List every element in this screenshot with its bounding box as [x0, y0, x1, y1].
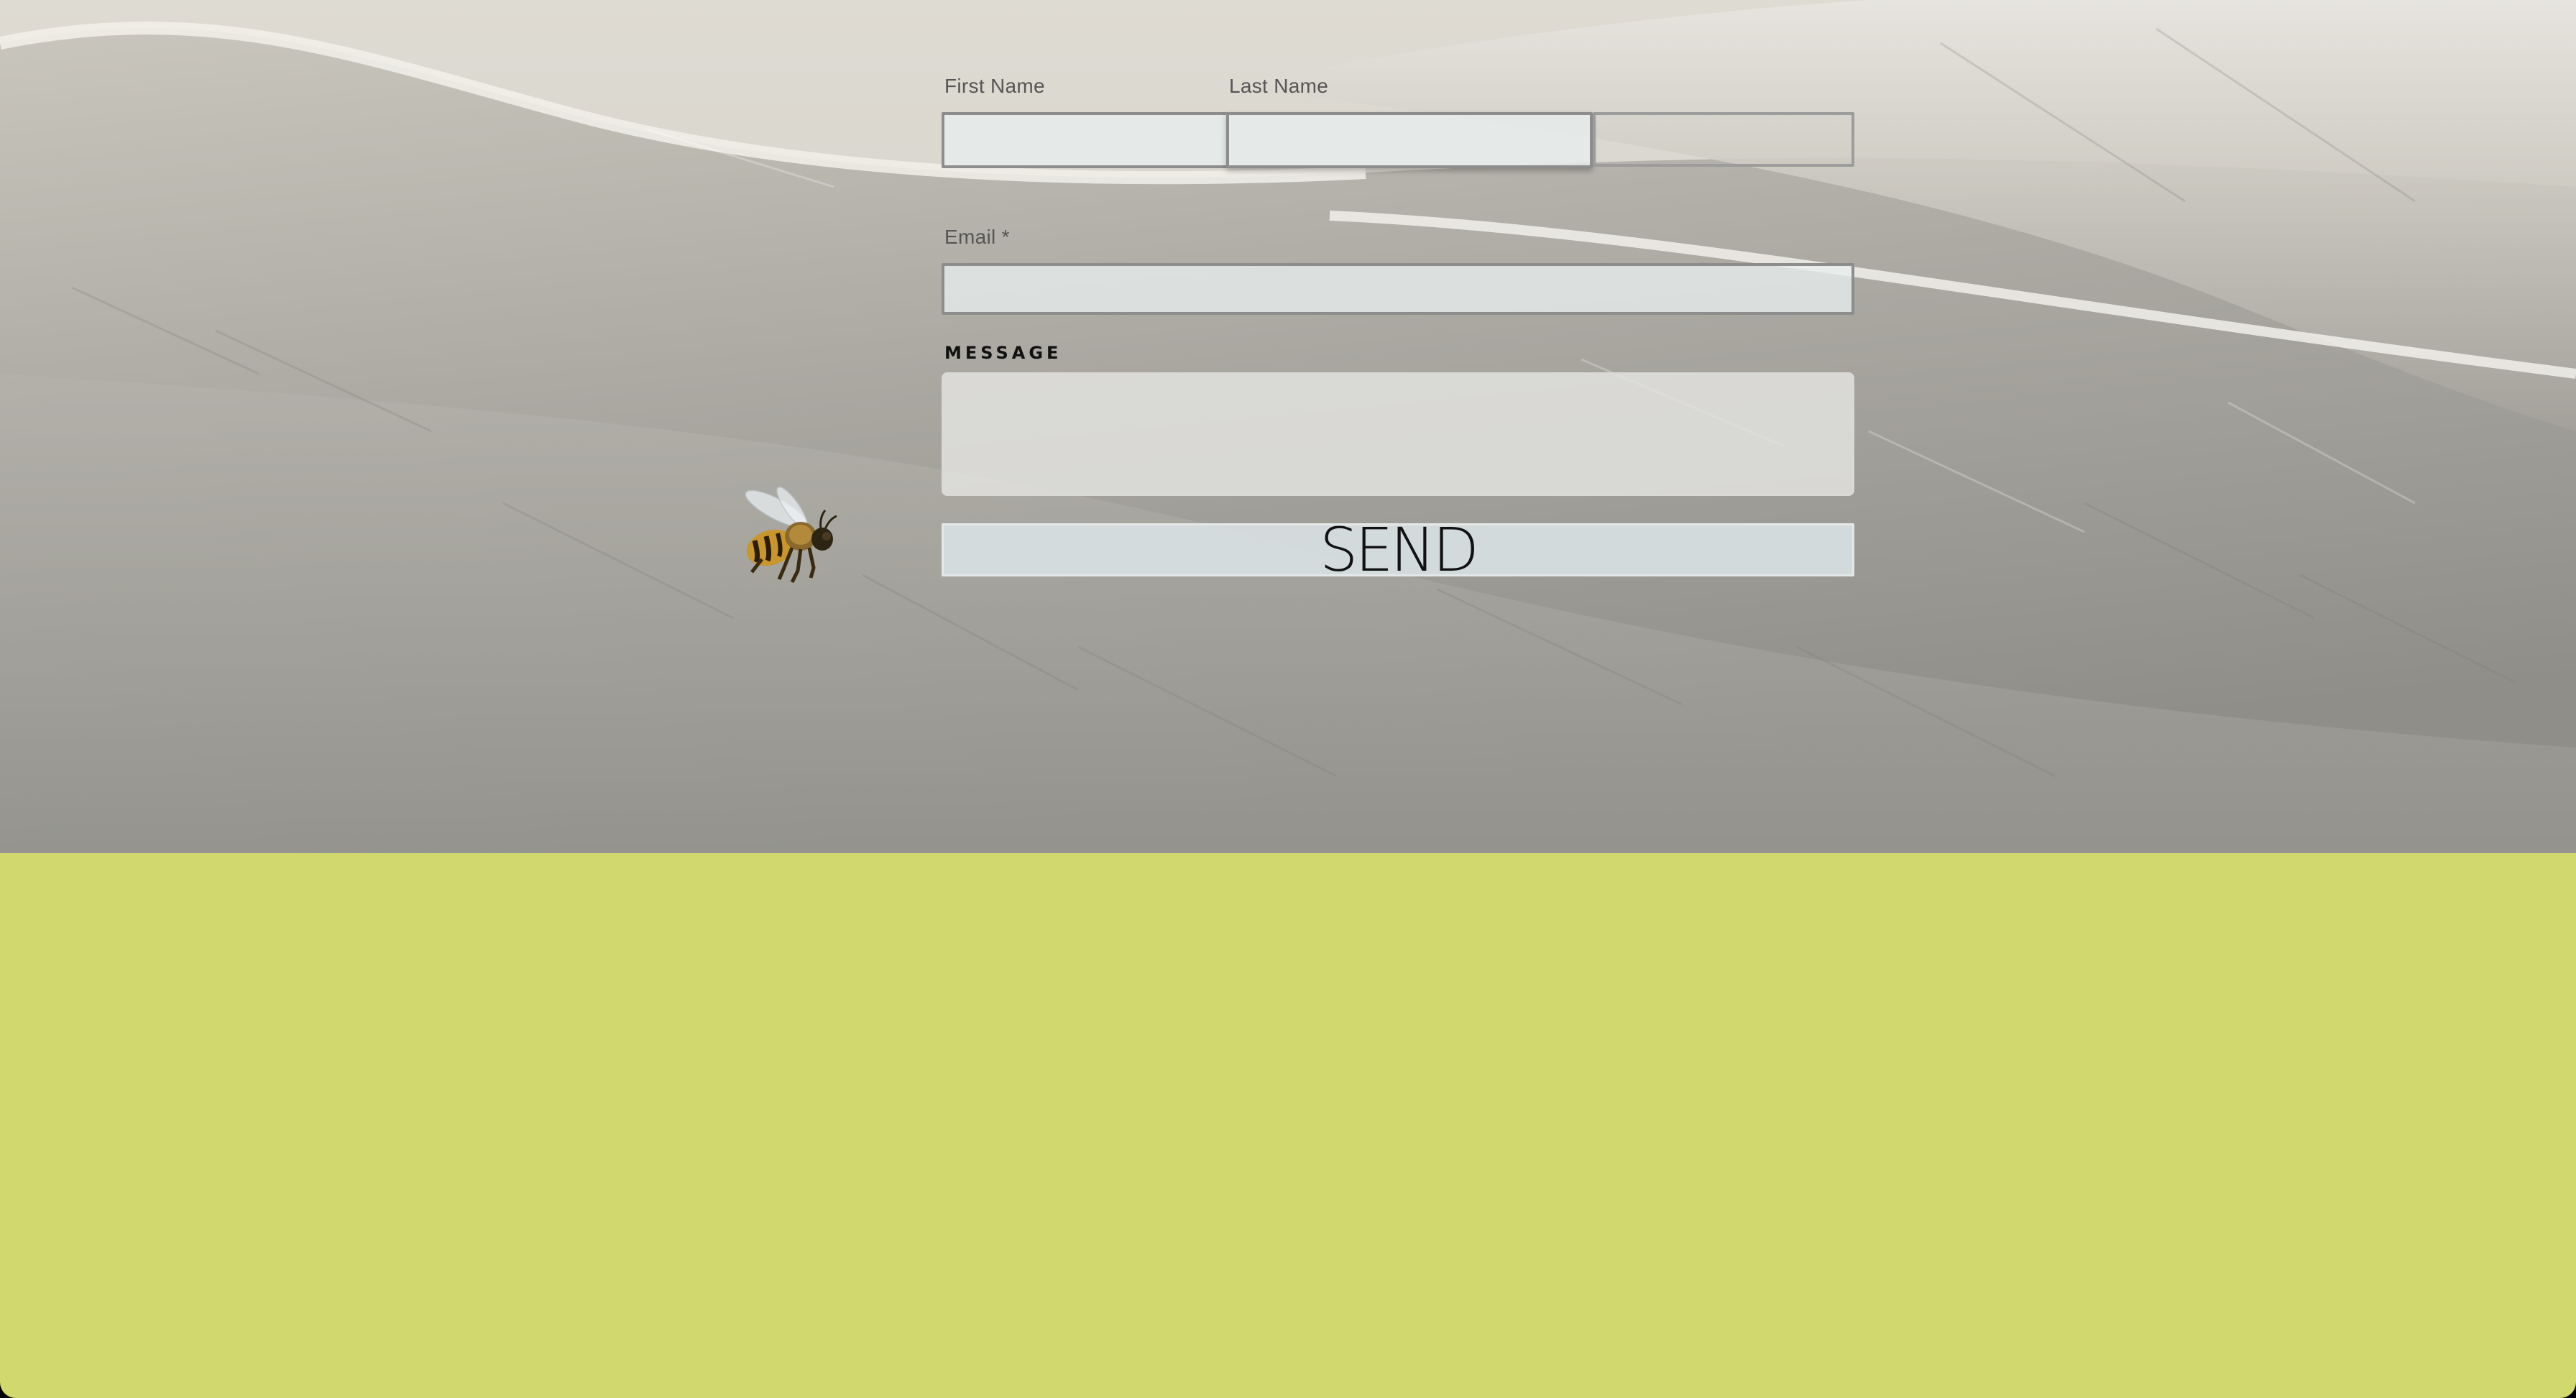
footer-band [0, 853, 2576, 1398]
first-name-label: First Name [944, 75, 1045, 97]
email-input[interactable] [942, 263, 1854, 315]
email-label: Email * [944, 226, 1010, 248]
send-button[interactable]: SEND [942, 520, 1854, 580]
bee-icon [745, 486, 837, 584]
message-textarea[interactable] [942, 372, 1854, 496]
last-name-label: Last Name [1229, 75, 1329, 97]
first-name-input[interactable] [942, 112, 1229, 168]
page: First Name Last Name Email * MESSAGE SEN… [0, 0, 2576, 1398]
last-name-input[interactable] [1226, 112, 1593, 168]
extra-field-input[interactable] [1593, 112, 1854, 167]
message-label: MESSAGE [944, 343, 1062, 363]
